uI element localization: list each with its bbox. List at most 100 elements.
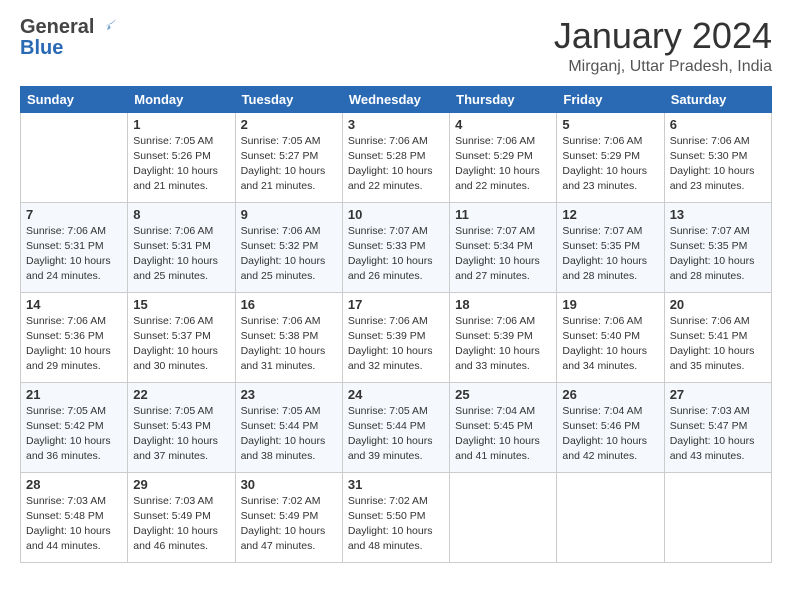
day-cell: 14Sunrise: 7:06 AMSunset: 5:36 PMDayligh… xyxy=(21,292,128,382)
day-info: Sunrise: 7:06 AMSunset: 5:30 PMDaylight:… xyxy=(670,134,766,195)
day-number: 3 xyxy=(348,117,444,132)
weekday-header-monday: Monday xyxy=(128,86,235,112)
day-number: 12 xyxy=(562,207,658,222)
day-cell: 17 Sunrise: 7:06 AMSunset: 5:39 PMDayligh… xyxy=(342,292,449,382)
day-info: Sunrise: 7:06 AMSunset: 5:39 PMDaylight:… xyxy=(348,314,444,375)
weekday-header-saturday: Saturday xyxy=(664,86,771,112)
day-number: 4 xyxy=(455,117,551,132)
day-cell xyxy=(450,472,557,562)
day-cell: 23 Sunrise: 7:05 AMSunset: 5:44 PMDayligh… xyxy=(235,382,342,472)
day-info: Sunrise: 7:07 AMSunset: 5:35 PMDaylight:… xyxy=(562,224,658,285)
logo-blue-text: Blue xyxy=(20,37,63,60)
day-cell: 11 Sunrise: 7:07 AMSunset: 5:34 PMDayligh… xyxy=(450,202,557,292)
day-cell: 13Sunrise: 7:07 AMSunset: 5:35 PMDayligh… xyxy=(664,202,771,292)
day-cell: 8Sunrise: 7:06 AMSunset: 5:31 PMDaylight… xyxy=(128,202,235,292)
day-number: 17 xyxy=(348,297,444,312)
day-cell xyxy=(664,472,771,562)
day-info: Sunrise: 7:06 AMSunset: 5:29 PMDaylight:… xyxy=(562,134,658,195)
day-cell: 7 Sunrise: 7:06 AMSunset: 5:31 PMDaylight… xyxy=(21,202,128,292)
week-row-4: 21 Sunrise: 7:05 AMSunset: 5:42 PMDayligh… xyxy=(21,382,772,472)
location-title: Mirganj, Uttar Pradesh, India xyxy=(554,58,772,76)
day-cell: 5 Sunrise: 7:06 AMSunset: 5:29 PMDaylight… xyxy=(557,112,664,202)
day-number: 16 xyxy=(241,297,337,312)
day-number: 1 xyxy=(133,117,229,132)
day-info: Sunrise: 7:06 AMSunset: 5:41 PMDaylight:… xyxy=(670,314,766,375)
day-cell: 30 Sunrise: 7:02 AMSunset: 5:49 PMDayligh… xyxy=(235,472,342,562)
day-cell: 31Sunrise: 7:02 AMSunset: 5:50 PMDayligh… xyxy=(342,472,449,562)
day-number: 18 xyxy=(455,297,551,312)
day-number: 5 xyxy=(562,117,658,132)
weekday-header-row: SundayMondayTuesdayWednesdayThursdayFrid… xyxy=(21,86,772,112)
day-info: Sunrise: 7:06 AMSunset: 5:31 PMDaylight:… xyxy=(133,224,229,285)
day-cell xyxy=(557,472,664,562)
day-info: Sunrise: 7:06 AMSunset: 5:32 PMDaylight:… xyxy=(241,224,337,285)
day-cell xyxy=(21,112,128,202)
day-info: Sunrise: 7:05 AMSunset: 5:27 PMDaylight:… xyxy=(241,134,337,195)
day-cell: 19Sunrise: 7:06 AMSunset: 5:40 PMDayligh… xyxy=(557,292,664,382)
day-info: Sunrise: 7:06 AMSunset: 5:38 PMDaylight:… xyxy=(241,314,337,375)
day-info: Sunrise: 7:06 AMSunset: 5:36 PMDaylight:… xyxy=(26,314,122,375)
day-number: 2 xyxy=(241,117,337,132)
logo-general-text: General xyxy=(20,16,94,39)
day-number: 6 xyxy=(670,117,766,132)
day-number: 22 xyxy=(133,387,229,402)
day-number: 26 xyxy=(562,387,658,402)
day-info: Sunrise: 7:06 AMSunset: 5:29 PMDaylight:… xyxy=(455,134,551,195)
day-cell: 21 Sunrise: 7:05 AMSunset: 5:42 PMDayligh… xyxy=(21,382,128,472)
header: General Blue January 2024 Mirganj, Uttar… xyxy=(20,16,772,76)
day-cell: 3 Sunrise: 7:06 AMSunset: 5:28 PMDaylight… xyxy=(342,112,449,202)
day-cell: 29 Sunrise: 7:03 AMSunset: 5:49 PMDayligh… xyxy=(128,472,235,562)
week-row-5: 28Sunrise: 7:03 AMSunset: 5:48 PMDayligh… xyxy=(21,472,772,562)
day-info: Sunrise: 7:04 AMSunset: 5:46 PMDaylight:… xyxy=(562,404,658,465)
day-info: Sunrise: 7:06 AMSunset: 5:31 PMDaylight:… xyxy=(26,224,122,285)
day-cell: 6 Sunrise: 7:06 AMSunset: 5:30 PMDaylight… xyxy=(664,112,771,202)
day-info: Sunrise: 7:05 AMSunset: 5:43 PMDaylight:… xyxy=(133,404,229,465)
day-cell: 4 Sunrise: 7:06 AMSunset: 5:29 PMDaylight… xyxy=(450,112,557,202)
day-number: 20 xyxy=(670,297,766,312)
day-info: Sunrise: 7:02 AMSunset: 5:49 PMDaylight:… xyxy=(241,494,337,555)
day-info: Sunrise: 7:05 AMSunset: 5:44 PMDaylight:… xyxy=(348,404,444,465)
day-info: Sunrise: 7:03 AMSunset: 5:48 PMDaylight:… xyxy=(26,494,122,555)
weekday-header-friday: Friday xyxy=(557,86,664,112)
day-cell: 16 Sunrise: 7:06 AMSunset: 5:38 PMDayligh… xyxy=(235,292,342,382)
day-number: 23 xyxy=(241,387,337,402)
day-number: 10 xyxy=(348,207,444,222)
weekday-header-wednesday: Wednesday xyxy=(342,86,449,112)
day-cell: 22 Sunrise: 7:05 AMSunset: 5:43 PMDayligh… xyxy=(128,382,235,472)
week-row-2: 7 Sunrise: 7:06 AMSunset: 5:31 PMDaylight… xyxy=(21,202,772,292)
day-number: 30 xyxy=(241,477,337,492)
day-cell: 9 Sunrise: 7:06 AMSunset: 5:32 PMDaylight… xyxy=(235,202,342,292)
day-cell: 2 Sunrise: 7:05 AMSunset: 5:27 PMDaylight… xyxy=(235,112,342,202)
day-info: Sunrise: 7:05 AMSunset: 5:44 PMDaylight:… xyxy=(241,404,337,465)
title-block: January 2024 Mirganj, Uttar Pradesh, Ind… xyxy=(554,16,772,76)
day-cell: 1 Sunrise: 7:05 AMSunset: 5:26 PMDaylight… xyxy=(128,112,235,202)
day-number: 29 xyxy=(133,477,229,492)
day-info: Sunrise: 7:03 AMSunset: 5:49 PMDaylight:… xyxy=(133,494,229,555)
day-info: Sunrise: 7:06 AMSunset: 5:28 PMDaylight:… xyxy=(348,134,444,195)
day-number: 7 xyxy=(26,207,122,222)
day-info: Sunrise: 7:05 AMSunset: 5:42 PMDaylight:… xyxy=(26,404,122,465)
day-cell: 25 Sunrise: 7:04 AMSunset: 5:45 PMDayligh… xyxy=(450,382,557,472)
day-number: 25 xyxy=(455,387,551,402)
day-cell: 18 Sunrise: 7:06 AMSunset: 5:39 PMDayligh… xyxy=(450,292,557,382)
day-number: 9 xyxy=(241,207,337,222)
day-info: Sunrise: 7:06 AMSunset: 5:37 PMDaylight:… xyxy=(133,314,229,375)
month-title: January 2024 xyxy=(554,16,772,56)
day-info: Sunrise: 7:05 AMSunset: 5:26 PMDaylight:… xyxy=(133,134,229,195)
weekday-header-sunday: Sunday xyxy=(21,86,128,112)
week-row-1: 1 Sunrise: 7:05 AMSunset: 5:26 PMDaylight… xyxy=(21,112,772,202)
day-info: Sunrise: 7:02 AMSunset: 5:50 PMDaylight:… xyxy=(348,494,444,555)
day-info: Sunrise: 7:04 AMSunset: 5:45 PMDaylight:… xyxy=(455,404,551,465)
week-row-3: 14Sunrise: 7:06 AMSunset: 5:36 PMDayligh… xyxy=(21,292,772,382)
day-number: 11 xyxy=(455,207,551,222)
day-number: 15 xyxy=(133,297,229,312)
day-number: 21 xyxy=(26,387,122,402)
day-info: Sunrise: 7:07 AMSunset: 5:33 PMDaylight:… xyxy=(348,224,444,285)
day-info: Sunrise: 7:06 AMSunset: 5:40 PMDaylight:… xyxy=(562,314,658,375)
day-cell: 27Sunrise: 7:03 AMSunset: 5:47 PMDayligh… xyxy=(664,382,771,472)
day-info: Sunrise: 7:06 AMSunset: 5:39 PMDaylight:… xyxy=(455,314,551,375)
day-cell: 24Sunrise: 7:05 AMSunset: 5:44 PMDayligh… xyxy=(342,382,449,472)
day-cell: 12 Sunrise: 7:07 AMSunset: 5:35 PMDayligh… xyxy=(557,202,664,292)
day-number: 13 xyxy=(670,207,766,222)
day-info: Sunrise: 7:07 AMSunset: 5:34 PMDaylight:… xyxy=(455,224,551,285)
